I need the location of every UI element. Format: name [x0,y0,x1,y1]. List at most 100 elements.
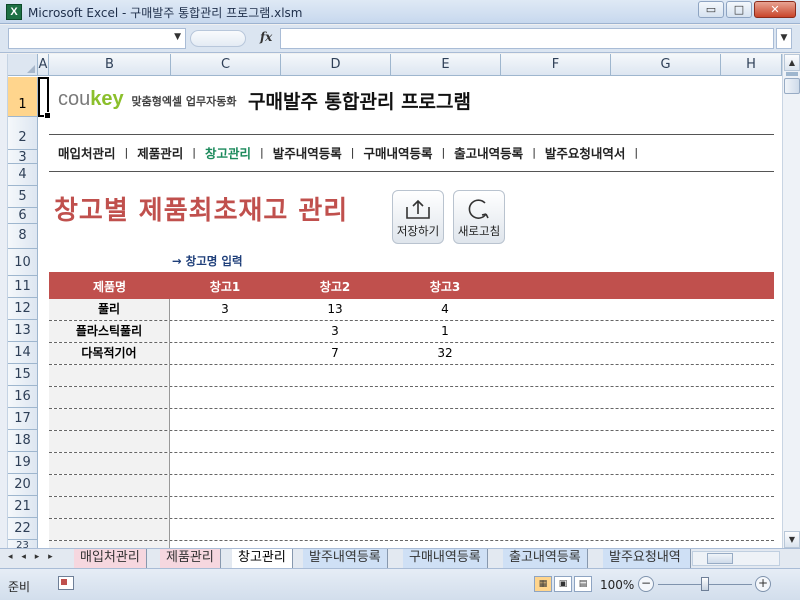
product-name-cell[interactable]: 플라스틱풀리 [49,321,170,342]
page-heading: 창고별 제품최초재고 관리 [54,196,349,226]
hscroll-thumb[interactable] [707,553,733,564]
split-handle[interactable] [786,72,798,76]
tab-purchase-entry[interactable]: 구매내역등록 [403,549,488,568]
macro-record-icon[interactable] [58,576,74,590]
vertical-scrollbar[interactable]: ▲ ▼ [782,54,800,548]
row-header-20[interactable]: 20 [8,474,38,496]
stock-cell[interactable]: 13 [280,299,390,320]
product-name-cell[interactable] [49,409,170,430]
scroll-up-icon[interactable]: ▲ [784,54,800,71]
header-warehouse-3[interactable]: 창고3 [390,278,500,295]
nav-item-supplier[interactable]: 매입처관리 [49,143,125,162]
row-header-8[interactable]: 8 [8,224,38,249]
product-name-cell[interactable] [49,431,170,452]
minimize-button[interactable]: ▭ [698,1,724,18]
product-name-cell[interactable] [49,365,170,386]
page-layout-view-icon[interactable]: ▣ [554,576,572,592]
stock-cell[interactable]: 1 [390,321,500,342]
tab-supplier[interactable]: 매입처관리 [74,549,147,568]
scroll-down-icon[interactable]: ▼ [784,531,800,548]
column-header-f[interactable]: F [501,54,611,76]
insert-function-icon[interactable]: fx [260,30,272,44]
formula-input[interactable] [280,28,774,49]
excel-icon: X [6,4,22,20]
column-header-e[interactable]: E [391,54,501,76]
product-name-cell[interactable]: 다목적기어 [49,343,170,364]
tab-order-request[interactable]: 발주요청내역 [603,549,691,568]
row-header-21[interactable]: 21 [8,496,38,518]
formula-collapse-handle[interactable] [190,30,246,47]
row-header-5[interactable]: 5 [8,186,38,208]
product-name-cell[interactable] [49,541,170,548]
page-break-view-icon[interactable]: ▤ [574,576,592,592]
row-header-15[interactable]: 15 [8,364,38,386]
header-warehouse-2[interactable]: 창고2 [280,278,390,295]
nav-item-purchase-entry[interactable]: 구매내역등록 [354,143,441,162]
save-button[interactable]: 저장하기 [392,190,444,244]
row-header-3[interactable]: 3 [8,150,38,165]
row-header-4[interactable]: 4 [8,164,38,186]
row-header-10[interactable]: 10 [8,249,38,276]
row-header-13[interactable]: 13 [8,320,38,342]
stock-cell[interactable]: 7 [280,343,390,364]
column-header-d[interactable]: D [281,54,391,76]
row-header-17[interactable]: 17 [8,408,38,430]
row-header-19[interactable]: 19 [8,452,38,474]
zoom-in-button[interactable]: + [755,576,771,592]
row-header-1[interactable]: 1 [8,77,38,117]
product-name-cell[interactable] [49,475,170,496]
row-header-12[interactable]: 12 [8,298,38,320]
product-name-cell[interactable] [49,497,170,518]
tab-warehouse[interactable]: 창고관리 [232,549,293,568]
close-button[interactable]: ✕ [754,1,796,18]
tab-navigation-arrows[interactable]: ◂ ◂ ▸ ▸ [8,552,56,562]
stock-cell[interactable]: 4 [390,299,500,320]
stock-cell[interactable]: 3 [280,321,390,342]
scroll-thumb[interactable] [784,78,800,94]
upload-save-icon [406,199,430,219]
column-header-h[interactable]: H [721,54,782,76]
column-header-b[interactable]: B [49,54,171,76]
nav-item-shipping-entry[interactable]: 출고내역등록 [445,143,532,162]
product-name-cell[interactable]: 풀리 [49,299,170,320]
row-header-16[interactable]: 16 [8,386,38,408]
active-cell-cursor[interactable] [38,77,51,119]
row-header-23[interactable]: 23 [8,540,38,548]
normal-view-icon[interactable]: ▦ [534,576,552,592]
nav-item-warehouse[interactable]: 창고관리 [196,143,260,162]
column-header-g[interactable]: G [611,54,721,76]
column-header-c[interactable]: C [171,54,281,76]
refresh-button[interactable]: 새로고침 [453,190,505,244]
name-box[interactable]: ▼ [8,28,186,49]
table-row [49,541,774,548]
zoom-out-button[interactable]: − [638,576,654,592]
stock-cell[interactable]: 3 [170,299,280,320]
nav-item-order-request[interactable]: 발주요청내역서 [536,143,635,162]
row-header-2[interactable]: 2 [8,117,38,150]
maximize-button[interactable]: □ [726,1,752,18]
row-header-14[interactable]: 14 [8,342,38,364]
column-header-a[interactable]: A [38,54,49,76]
row-header-6[interactable]: 6 [8,208,38,224]
horizontal-scrollbar[interactable] [692,551,780,566]
stock-cell[interactable]: 32 [390,343,500,364]
tab-shipping-entry[interactable]: 출고내역등록 [503,549,588,568]
row-header-11[interactable]: 11 [8,276,38,298]
row-header-18[interactable]: 18 [8,430,38,452]
product-name-cell[interactable] [49,453,170,474]
product-name-cell[interactable] [49,387,170,408]
formula-bar: ▼ fx ▼ [0,25,800,53]
header-product-name[interactable]: 제품명 [49,278,170,295]
select-all-corner[interactable] [8,54,38,76]
tab-order-entry[interactable]: 발주내역등록 [303,549,388,568]
zoom-slider-handle[interactable] [701,577,709,591]
expand-formula-icon[interactable]: ▼ [776,28,792,49]
chevron-down-icon[interactable]: ▼ [174,32,181,42]
product-name-cell[interactable] [49,519,170,540]
zoom-level[interactable]: 100% [600,578,634,592]
nav-item-product[interactable]: 제품관리 [128,143,192,162]
nav-item-order-entry[interactable]: 발주내역등록 [264,143,351,162]
header-warehouse-1[interactable]: 창고1 [170,278,280,295]
row-header-22[interactable]: 22 [8,518,38,540]
tab-product[interactable]: 제품관리 [160,549,221,568]
